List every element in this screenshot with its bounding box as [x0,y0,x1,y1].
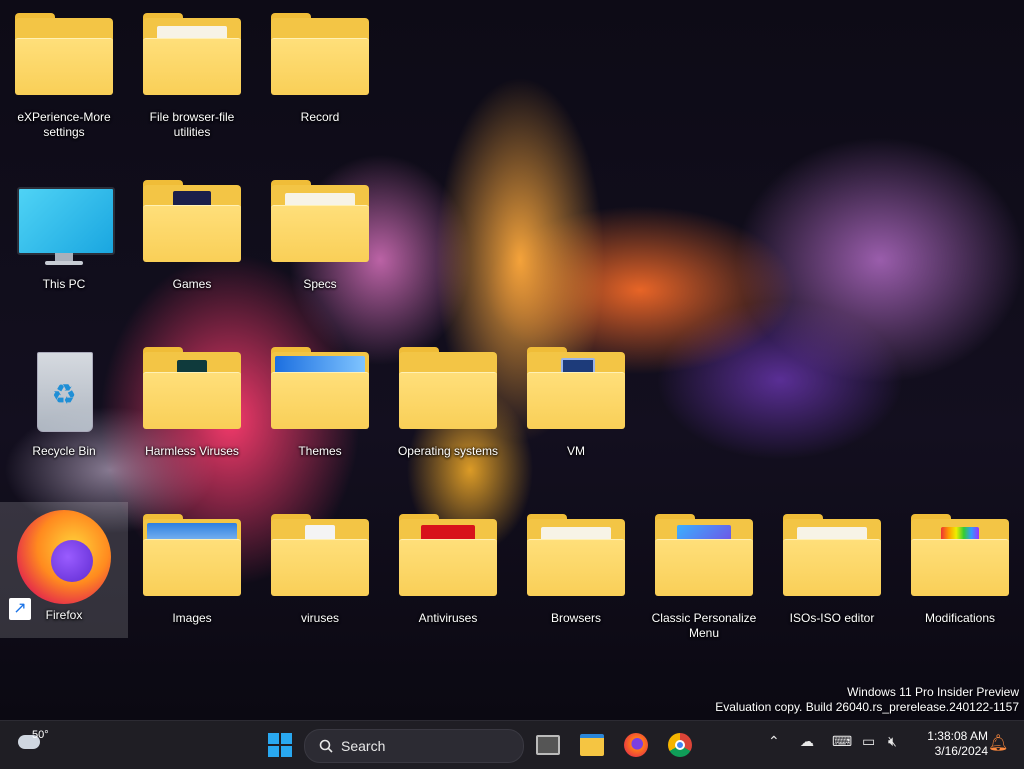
icon-label: Record [300,110,340,124]
folder-icon [143,180,241,265]
folder-icon [399,347,497,432]
folder-icon [527,347,625,432]
folder-icon [143,514,241,599]
folder-icon [143,13,241,98]
firefox-icon [624,733,648,757]
clock-time: 1:38:08 AM [927,729,988,743]
icon-label: Harmless Viruses [145,444,239,458]
watermark-line-1: Windows 11 Pro Insider Preview [847,685,1019,699]
folder-viruses[interactable]: viruses [256,501,384,661]
folder-images[interactable]: Images [128,501,256,661]
folder-icon [527,514,625,599]
search-placeholder: Search [341,738,386,754]
watermark-line-2: Evaluation copy. Build 26040.rs_prerelea… [715,700,1019,714]
recycle-bin-icon: ♻ [15,352,113,432]
icon-label: Specs [303,277,337,291]
icon-label: Recycle Bin [32,444,96,458]
recycle-bin[interactable]: ♻ Recycle Bin [0,334,128,494]
system-clock[interactable]: 1:38:08 AM 3/16/2024 [914,729,988,759]
notification-bell-icon[interactable]: 🔔︎ [988,733,1008,753]
icon-label: Classic Personalize Menu [651,611,757,640]
icon-label: File browser-file utilities [149,110,235,139]
taskbar-search[interactable]: Search [304,729,524,763]
icon-label: Operating systems [397,444,499,458]
task-view-button[interactable] [528,725,568,765]
folder-modifications[interactable]: Modifications [896,501,1024,661]
icon-label: ISOs-ISO editor [789,611,875,625]
firefox-shortcut[interactable]: ↗ Firefox [0,502,128,638]
onedrive-offline-icon[interactable]: ☁ [800,733,814,750]
folder-icon [911,514,1009,599]
start-button[interactable] [260,725,300,765]
weather-widget[interactable]: 50° [14,727,58,763]
file-explorer-icon [580,734,604,756]
folder-experience-settings[interactable]: eXPerience-More settings [0,0,128,160]
task-view-icon [536,735,560,755]
speaker-muted-icon[interactable]: 🔇︎ [888,733,897,750]
network-disconnected-icon[interactable]: ▭ [862,733,875,750]
folder-vm[interactable]: VM [512,334,640,494]
folder-isos-iso-editor[interactable]: ISOs-ISO editor [768,501,896,661]
icon-label: Modifications [924,611,996,625]
folder-harmless-viruses[interactable]: Harmless Viruses [128,334,256,494]
file-explorer-button[interactable] [572,725,612,765]
icon-label: Antiviruses [418,611,478,625]
folder-browsers[interactable]: Browsers [512,501,640,661]
folder-icon [655,514,753,599]
this-pc[interactable]: This PC [0,167,128,327]
folder-games[interactable]: Games [128,167,256,327]
icon-label: Images [172,611,212,625]
firefox-taskbar-button[interactable] [616,725,656,765]
folder-icon [15,13,113,98]
shortcut-arrow-icon: ↗ [9,598,31,620]
chrome-taskbar-button[interactable] [660,725,700,765]
taskbar: 50° Search ⌃ ☁ ⌨ ▭ 🔇︎ 1:38:08 AM 3/16/20… [0,720,1024,769]
folder-icon [271,514,369,599]
search-icon [319,739,333,753]
windows-watermark: Windows 11 Pro Insider Preview Evaluatio… [715,685,1019,715]
folder-antiviruses[interactable]: Antiviruses [384,501,512,661]
icon-label: Themes [298,444,342,458]
show-hidden-icons-chevron-icon[interactable]: ⌃ [768,733,780,750]
windows-logo-icon [268,733,292,757]
icon-label: eXPerience-More settings [17,110,111,139]
folder-icon [143,347,241,432]
weather-temp: 50° [32,729,49,741]
keyboard-icon[interactable]: ⌨ [832,733,852,750]
desktop-wallpaper: eXPerience-More settings File browser-fi… [0,0,1024,720]
clock-date: 3/16/2024 [934,744,988,758]
folder-icon [271,347,369,432]
firefox-icon: ↗ [9,510,113,620]
folder-operating-systems[interactable]: Operating systems [384,334,512,494]
icon-label: viruses [300,611,339,625]
chrome-icon [668,733,692,757]
icon-label: Games [172,277,212,291]
icon-label: VM [567,444,585,458]
folder-icon [399,514,497,599]
folder-icon [271,180,369,265]
icon-label: This PC [42,277,86,291]
monitor-icon [15,185,115,265]
folder-record[interactable]: Record [256,0,384,160]
folder-file-browser[interactable]: File browser-file utilities [128,0,256,160]
folder-icon [271,13,369,98]
folder-classic-personalize-menu[interactable]: Classic Personalize Menu [640,501,768,661]
folder-themes[interactable]: Themes [256,334,384,494]
folder-specs[interactable]: Specs [256,167,384,327]
icon-label: Browsers [550,611,601,625]
folder-icon [783,514,881,599]
